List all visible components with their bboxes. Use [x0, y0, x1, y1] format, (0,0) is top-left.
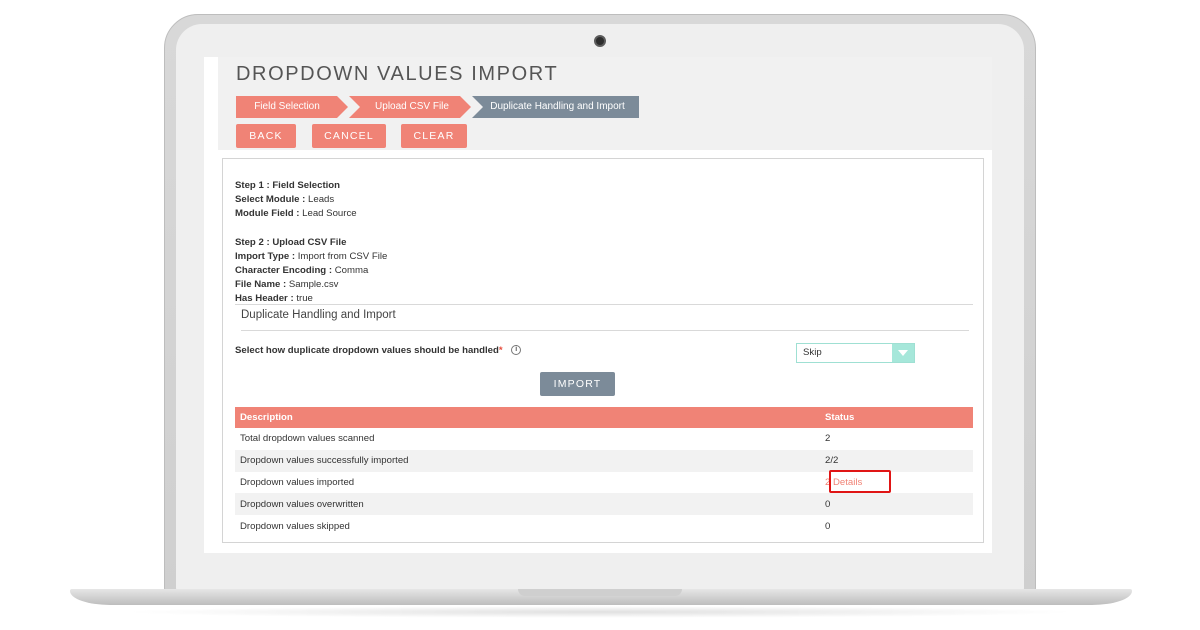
laptop-base-notch: [518, 589, 682, 596]
column-header-status: Status: [820, 407, 973, 428]
wizard-steps: Field Selection Upload CSV File Duplicat…: [236, 96, 639, 118]
duplicate-handling-select[interactable]: Skip: [796, 343, 915, 363]
import-summary: Step 1 : Field Selection Select Module :…: [235, 179, 387, 307]
wizard-step-field-selection[interactable]: Field Selection: [236, 96, 348, 118]
file-name-line: File Name : Sample.csv: [235, 279, 339, 291]
column-header-description: Description: [235, 407, 820, 428]
module-field-line: Module Field : Lead Source: [235, 208, 357, 220]
table-row: Dropdown values overwritten 0: [235, 493, 973, 516]
select-value: Skip: [803, 347, 822, 358]
row-status: 0: [825, 520, 831, 532]
section-title: Duplicate Handling and Import: [241, 309, 396, 321]
page-title: DROPDOWN VALUES IMPORT: [236, 63, 559, 85]
row-status: 2: [825, 433, 831, 445]
import-button[interactable]: IMPORT: [540, 372, 615, 396]
row-description: Total dropdown values scanned: [240, 433, 375, 445]
duplicate-handling-label: Select how duplicate dropdown values sho…: [235, 345, 522, 356]
import-panel: Step 1 : Field Selection Select Module :…: [222, 158, 984, 543]
table-row: Dropdown values skipped 0: [235, 515, 973, 537]
details-highlight-box: [829, 470, 891, 493]
character-encoding-line: Character Encoding : Comma: [235, 265, 369, 277]
page-header: DROPDOWN VALUES IMPORT Field Selection U…: [218, 57, 992, 150]
table-row: Dropdown values successfully imported 2/…: [235, 449, 973, 472]
step2-heading: Step 2 : Upload CSV File: [235, 236, 347, 248]
webcam-icon: [594, 35, 606, 47]
row-description: Dropdown values skipped: [240, 520, 350, 532]
divider: [241, 330, 969, 331]
table-header-row: Description Status: [235, 407, 973, 428]
step1-heading: Step 1 : Field Selection: [235, 180, 341, 191]
table-row: Total dropdown values scanned 2: [235, 428, 973, 450]
select-module-line: Select Module : Leads: [235, 194, 335, 206]
wizard-step-upload-csv[interactable]: Upload CSV File: [349, 96, 471, 118]
info-icon[interactable]: i: [511, 345, 522, 356]
wizard-step-duplicate-handling[interactable]: Duplicate Handling and Import: [472, 96, 639, 118]
required-marker: *: [498, 345, 503, 356]
row-status: 0: [820, 493, 973, 516]
row-description: Dropdown values overwritten: [235, 493, 820, 516]
row-description: Dropdown values successfully imported: [235, 449, 820, 472]
back-button[interactable]: BACK: [236, 124, 296, 148]
row-description: Dropdown values imported: [240, 476, 355, 488]
laptop-shadow: [120, 606, 1080, 618]
row-status: 2/2: [820, 449, 973, 472]
chevron-down-icon[interactable]: [892, 344, 914, 362]
clear-button[interactable]: CLEAR: [401, 124, 467, 148]
cancel-button[interactable]: CANCEL: [312, 124, 386, 148]
app-screen: DROPDOWN VALUES IMPORT Field Selection U…: [204, 57, 992, 553]
divider: [235, 304, 973, 305]
import-type-line: Import Type : Import from CSV File: [235, 250, 388, 262]
